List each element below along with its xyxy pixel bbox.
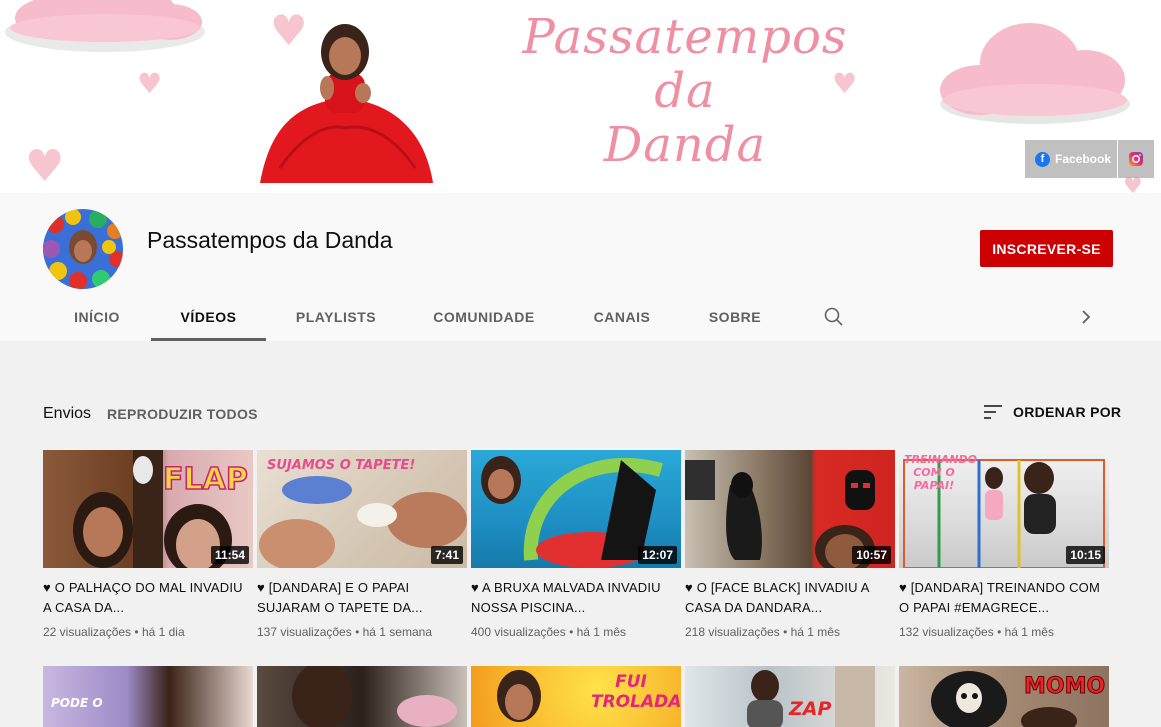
banner-title-line: Passatempos	[522, 9, 848, 65]
video-views: 22 visualizações	[43, 625, 132, 639]
thumbnail-art	[292, 666, 457, 727]
chevron-right-icon[interactable]	[1074, 305, 1098, 329]
sort-button[interactable]: ORDENAR POR	[983, 403, 1121, 421]
video-duration: 11:54	[210, 546, 249, 564]
video-title[interactable]: ♥ O [FACE BLACK] INVADIU A CASA DA DANDA…	[685, 578, 895, 618]
thumbnail-caption: TREINANDO COM O PAPAI!	[904, 453, 977, 492]
video-views: 137 visualizações	[257, 625, 352, 639]
tab-community[interactable]: COMUNIDADE	[406, 293, 562, 341]
video-thumbnail[interactable]: FUI TROLADA!	[471, 666, 681, 727]
video-thumbnail[interactable]: SUJAMOS O TAPETE! 7:41	[257, 450, 467, 568]
video-meta: 132 visualizações • há 1 mês	[899, 625, 1109, 639]
banner-girl-image	[260, 24, 433, 183]
video-meta: 218 visualizações • há 1 mês	[685, 625, 895, 639]
channel-tabs: INÍCIO VÍDEOS PLAYLISTS COMUNIDADE CANAI…	[43, 293, 788, 341]
heart-decoration: ♥	[1123, 174, 1143, 194]
facebook-link-label: Facebook	[1055, 152, 1112, 166]
tab-label: CANAIS	[593, 309, 651, 325]
meta-separator: •	[779, 625, 791, 639]
banner-title: Passatempos da Danda	[500, 10, 870, 172]
tab-label: PLAYLISTS	[295, 309, 377, 325]
cloud-decoration-right	[940, 23, 1130, 124]
facebook-link[interactable]: f Facebook	[1025, 140, 1117, 178]
video-title[interactable]: ♥ O PALHAÇO DO MAL INVADIU A CASA DA...	[43, 578, 253, 618]
tab-label: VÍDEOS	[180, 309, 237, 325]
banner-title-line: Danda	[603, 117, 767, 173]
play-all-link[interactable]: REPRODUZIR TODOS	[107, 406, 258, 422]
sort-icon	[984, 405, 1002, 419]
tab-playlists[interactable]: PLAYLISTS	[266, 293, 406, 341]
video-meta: 400 visualizações • há 1 mês	[471, 625, 681, 639]
thumbnail-caption: MOMO	[1023, 674, 1106, 700]
video-item[interactable]: TREINANDO COM O PAPAI! 10:15 ♥ [DANDARA]…	[899, 450, 1109, 639]
thumbnail-caption: PODE O	[51, 696, 103, 710]
video-title[interactable]: ♥ [DANDARA] E O PAPAI SUJARAM O TAPETE D…	[257, 578, 467, 618]
video-thumbnail[interactable]: TREINANDO COM O PAPAI! 10:15	[899, 450, 1109, 568]
tab-home[interactable]: INÍCIO	[43, 293, 151, 341]
meta-separator: •	[993, 625, 1005, 639]
video-age: há 1 semana	[362, 625, 432, 639]
subscribe-button[interactable]: INSCREVER-SE	[980, 230, 1113, 267]
instagram-link[interactable]	[1118, 140, 1154, 178]
video-meta: 22 visualizações • há 1 dia	[43, 625, 253, 639]
channel-name: Passatempos da Danda	[147, 227, 393, 253]
tab-label: SOBRE	[708, 309, 762, 325]
tab-videos[interactable]: VÍDEOS	[151, 293, 266, 341]
video-thumbnail[interactable]: FLAP 11:54	[43, 450, 253, 568]
channel-banner: ♥ ♥ ♥ ♥ ♥ Passatempos da Danda f Faceboo…	[0, 0, 1161, 193]
thumbnail-caption: FLAP	[162, 461, 248, 498]
avatar-image	[43, 209, 123, 289]
tab-about[interactable]: SOBRE	[682, 293, 788, 341]
thumbnail-caption: ZAP	[789, 698, 832, 720]
video-item[interactable]: SUJAMOS O TAPETE! 7:41 ♥ [DANDARA] E O P…	[257, 450, 467, 639]
tab-label: COMUNIDADE	[433, 309, 535, 325]
thumbnail-caption: SUJAMOS O TAPETE!	[267, 458, 416, 473]
video-thumbnail[interactable]: PODE O	[43, 666, 253, 727]
heart-decoration: ♥	[137, 67, 163, 100]
meta-separator: •	[565, 625, 577, 639]
video-age: há 1 mês	[576, 625, 626, 639]
video-thumbnail[interactable]: ZAP	[685, 666, 895, 727]
video-item[interactable]: 10:57 ♥ O [FACE BLACK] INVADIU A CASA DA…	[685, 450, 895, 639]
heart-decoration: ♥	[25, 141, 65, 192]
tab-channels[interactable]: CANAIS	[562, 293, 682, 341]
channel-header: Passatempos da Danda INSCREVER-SE INÍCIO…	[0, 193, 1161, 341]
meta-separator: •	[131, 625, 142, 639]
video-duration: 12:07	[638, 546, 677, 564]
video-item[interactable]: FLAP 11:54 ♥ O PALHAÇO DO MAL INVADIU A …	[43, 450, 253, 639]
search-icon[interactable]	[822, 305, 846, 329]
video-title[interactable]: ♥ [DANDARA] TREINANDO COM O PAPAI #EMAGR…	[899, 578, 1109, 618]
cloud-decoration-left	[5, 0, 205, 52]
video-views: 218 visualizações	[685, 625, 780, 639]
video-thumbnail[interactable]: MOMO	[899, 666, 1109, 727]
video-views: 400 visualizações	[471, 625, 566, 639]
channel-avatar[interactable]	[43, 209, 123, 289]
video-thumbnail[interactable]	[257, 666, 467, 727]
tab-label: INÍCIO	[74, 309, 120, 325]
video-thumbnail[interactable]: 12:07	[471, 450, 681, 568]
sort-label: ORDENAR POR	[1013, 404, 1122, 420]
thumbnail-caption: FUI TROLADA!	[591, 672, 681, 712]
video-meta: 137 visualizações • há 1 semana	[257, 625, 467, 639]
meta-separator: •	[351, 625, 363, 639]
facebook-icon: f	[1035, 151, 1050, 167]
video-title[interactable]: ♥ A BRUXA MALVADA INVADIU NOSSA PISCINA.…	[471, 578, 681, 618]
video-views: 132 visualizações	[899, 625, 994, 639]
banner-title-line: da	[654, 63, 716, 119]
video-item[interactable]: 12:07 ♥ A BRUXA MALVADA INVADIU NOSSA PI…	[471, 450, 681, 639]
video-age: há 1 mês	[790, 625, 840, 639]
section-title: Envios	[43, 405, 92, 422]
video-duration: 7:41	[430, 546, 463, 564]
instagram-icon	[1129, 152, 1143, 166]
video-age: há 1 mês	[1004, 625, 1054, 639]
video-thumbnail[interactable]: 10:57	[685, 450, 895, 568]
video-duration: 10:15	[1066, 546, 1105, 564]
video-duration: 10:57	[852, 546, 891, 564]
video-age: há 1 dia	[141, 625, 185, 639]
